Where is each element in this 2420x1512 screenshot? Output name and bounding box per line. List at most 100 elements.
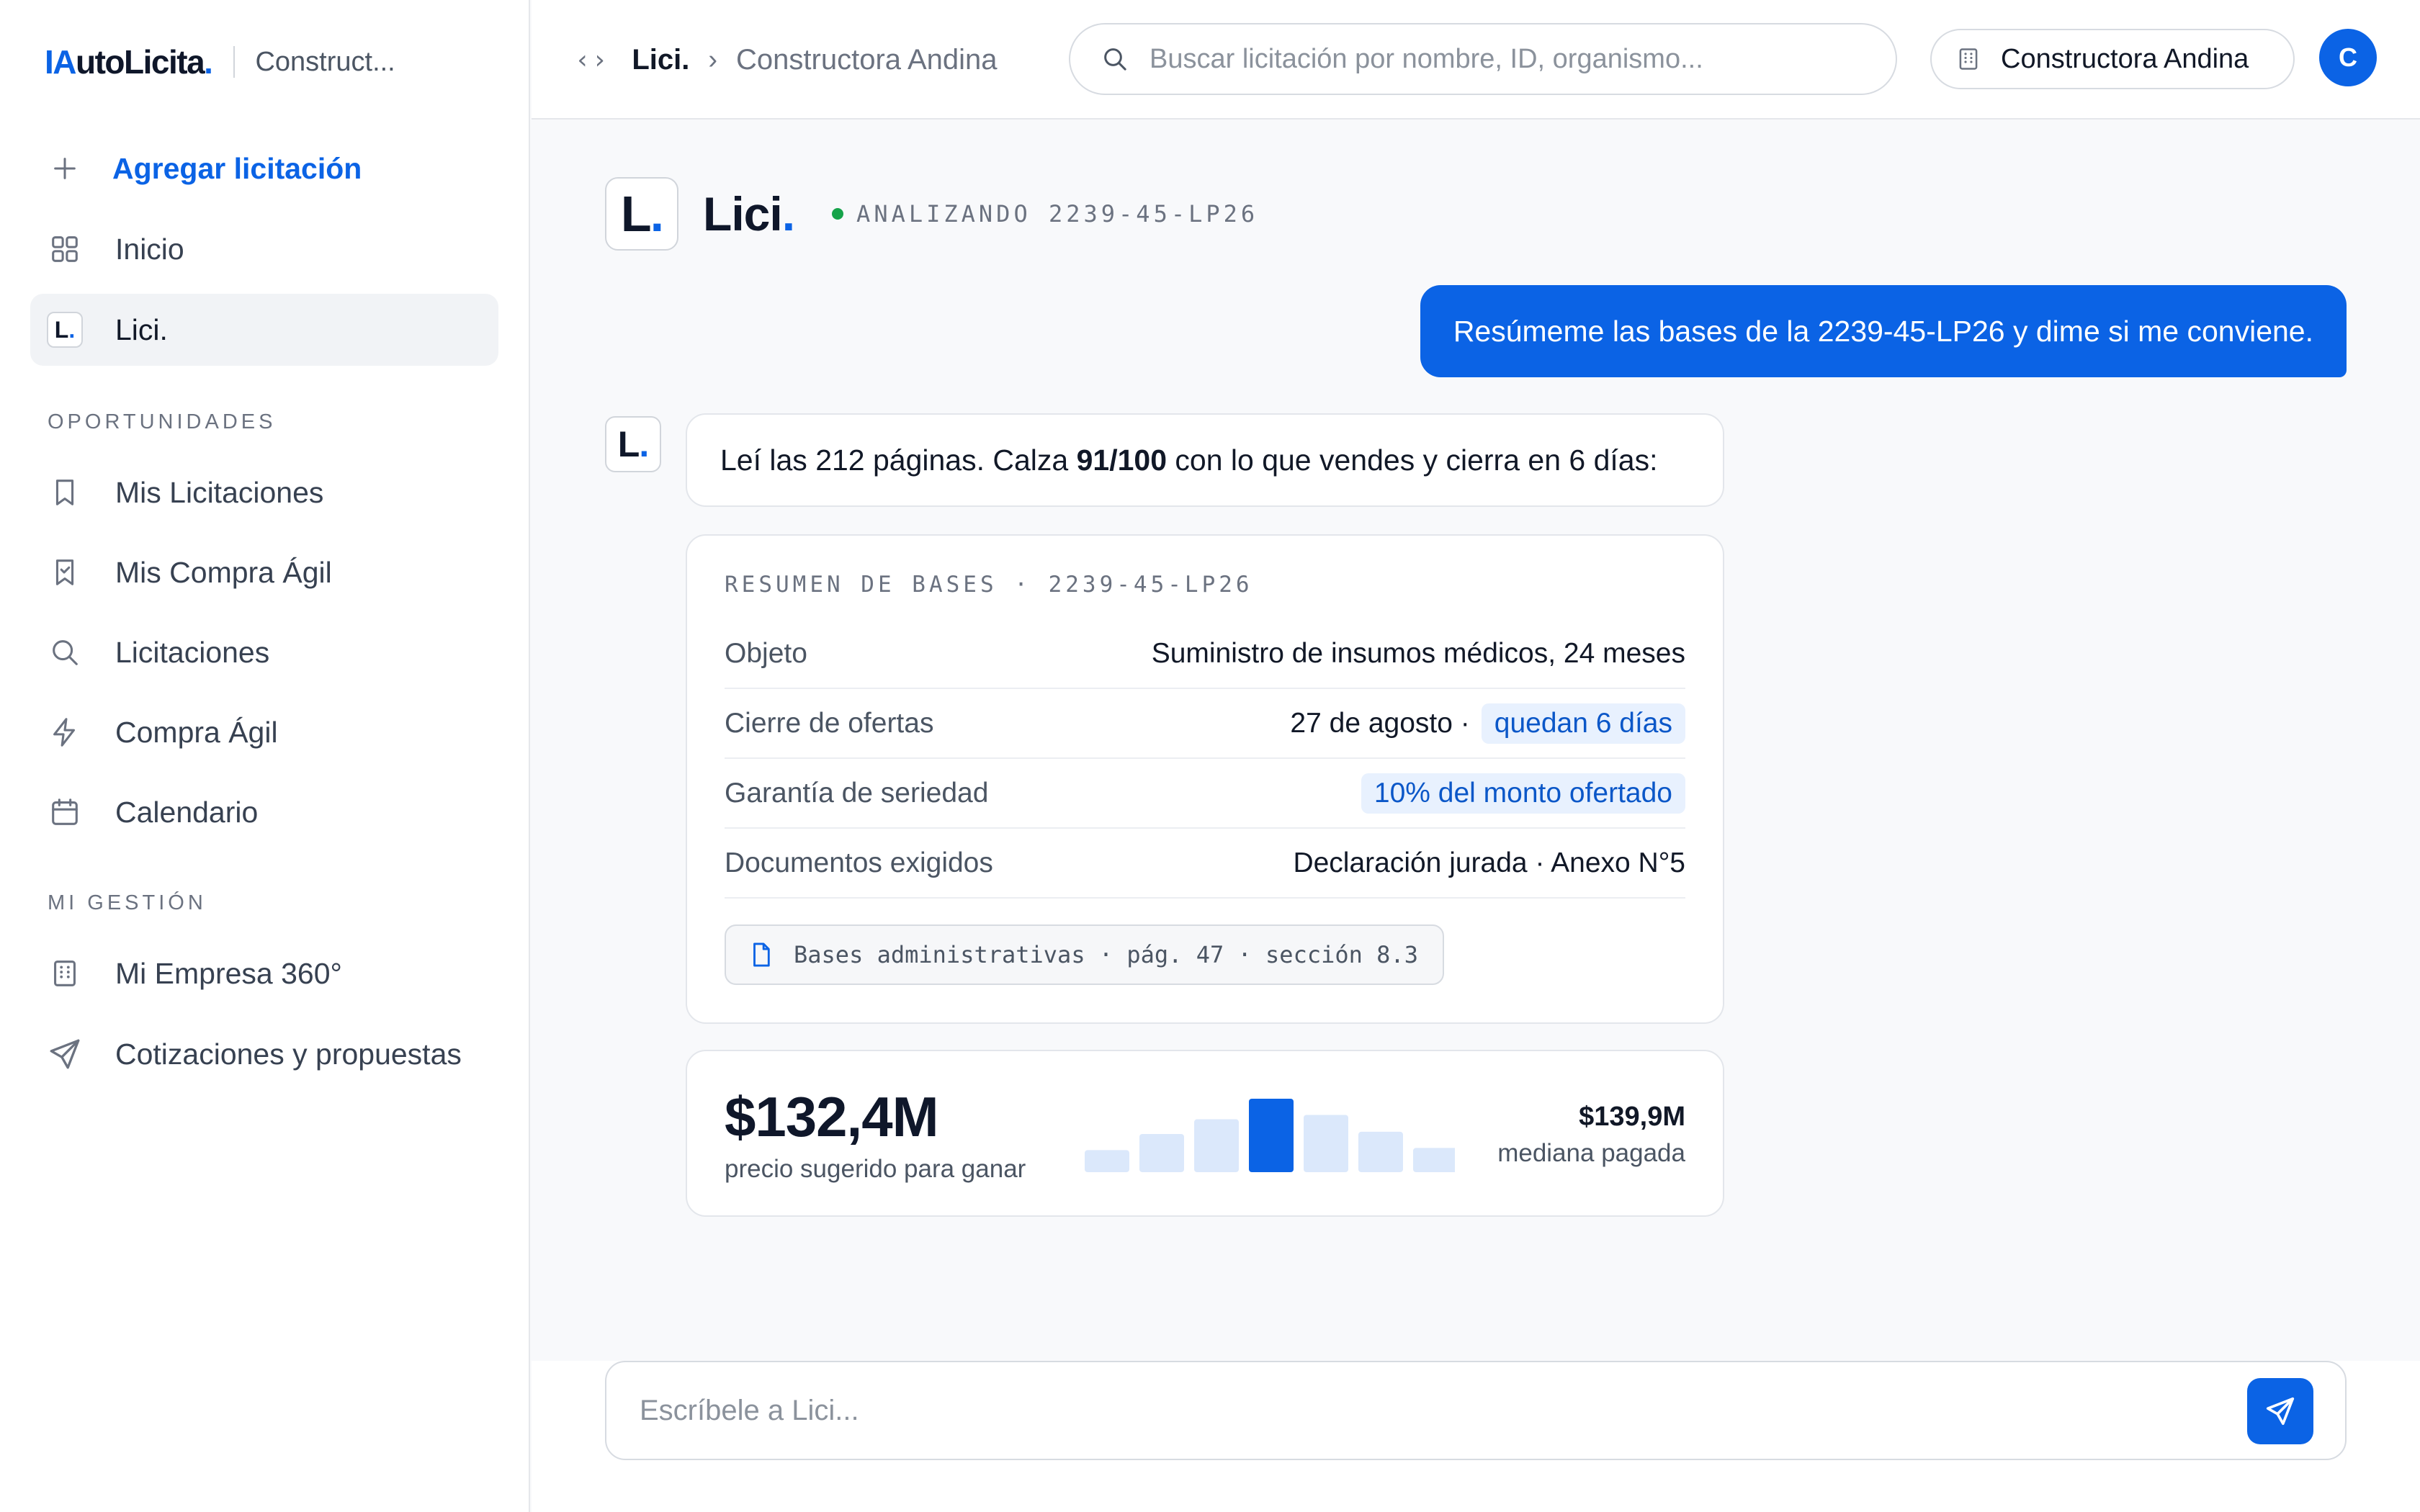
chevron-right-icon: › bbox=[708, 44, 718, 75]
calendar-icon bbox=[46, 793, 84, 831]
brand[interactable]: IAutoLicita. Construct... bbox=[45, 40, 395, 84]
price-card: $132,4M precio sugerido para ganar $139,… bbox=[686, 1050, 1724, 1217]
section-label-opportunities: OPORTUNIDADES bbox=[48, 410, 277, 433]
grid-icon bbox=[46, 230, 84, 268]
sidebar: IAutoLicita. Construct... Agregar licita… bbox=[0, 0, 530, 1512]
median-price-label: mediana pagada bbox=[1497, 1139, 1685, 1167]
search-icon bbox=[46, 634, 84, 671]
org-switcher[interactable]: Constructora Andina bbox=[1930, 29, 2295, 89]
summary-row-key: Garantía de seriedad bbox=[725, 777, 989, 809]
status-indicator: ANALIZANDO 2239-45-LP26 bbox=[832, 200, 1258, 228]
status-dot bbox=[832, 208, 844, 220]
price-bar bbox=[1413, 1148, 1455, 1172]
user-message: Resúmeme las bases de la 2239-45-LP26 y … bbox=[1420, 285, 2347, 377]
sidebar-item-label: Mis Licitaciones bbox=[115, 475, 324, 509]
status-text: ANALIZANDO 2239-45-LP26 bbox=[856, 200, 1259, 228]
median-price: $139,9M bbox=[1579, 1102, 1685, 1132]
bot-avatar-dot: . bbox=[639, 424, 649, 464]
bot-message: Leí las 212 páginas. Calza 91/100 con lo… bbox=[686, 413, 1724, 507]
brand-divider bbox=[233, 46, 236, 78]
summary-row-value: 27 de agosto · bbox=[1290, 707, 1470, 739]
composer[interactable] bbox=[605, 1361, 2347, 1460]
summary-rows: Objeto Suministro de insumos médicos, 24… bbox=[725, 619, 1685, 899]
assistant-name: Lici. bbox=[703, 186, 795, 241]
summary-row-cierre: Cierre de ofertas 27 de agosto · quedan … bbox=[725, 689, 1685, 759]
sidebar-item-inicio[interactable]: Inicio bbox=[30, 213, 498, 285]
add-tender-label: Agregar licitación bbox=[112, 151, 362, 185]
lici-badge-dot: . bbox=[68, 316, 76, 343]
send-icon bbox=[46, 1035, 84, 1073]
sidebar-item-cotizaciones[interactable]: Cotizaciones y propuestas bbox=[30, 1018, 498, 1090]
price-bar-highlight bbox=[1249, 1099, 1294, 1172]
price-bar bbox=[1139, 1133, 1184, 1172]
guarantee-badge: 10% del monto ofertado bbox=[1361, 773, 1685, 814]
org-switcher-label: Constructora Andina bbox=[2001, 43, 2249, 74]
price-bar bbox=[1304, 1115, 1348, 1172]
search-icon bbox=[1101, 45, 1129, 73]
bot-message-post: con lo que vendes y cierra en 6 días: bbox=[1167, 443, 1658, 477]
bookmark-icon bbox=[46, 474, 84, 511]
lici-badge-icon: L. bbox=[46, 311, 84, 348]
search-box[interactable] bbox=[1069, 23, 1897, 95]
topbar: ‹› Lici. › Constructora Andina Construct… bbox=[532, 0, 2420, 120]
sidebar-item-label: Compra Ágil bbox=[115, 715, 278, 749]
source-document-chip[interactable]: Bases administrativas · pág. 47 · secció… bbox=[725, 924, 1444, 985]
brand-logo-prefix: IA bbox=[45, 43, 77, 81]
breadcrumb-current: Constructora Andina bbox=[736, 43, 998, 76]
bot-message-score: 91/100 bbox=[1076, 443, 1168, 477]
send-icon bbox=[2266, 1397, 2295, 1426]
building-icon bbox=[46, 955, 84, 992]
sidebar-item-mis-compra-agil[interactable]: Mis Compra Ágil bbox=[30, 536, 498, 608]
price-bar bbox=[1194, 1119, 1239, 1172]
code-toggle-icon[interactable]: ‹› bbox=[575, 45, 609, 75]
message-input[interactable] bbox=[640, 1394, 2224, 1427]
bookmark-check-icon bbox=[46, 554, 84, 591]
plus-icon bbox=[46, 150, 84, 187]
avatar[interactable]: C bbox=[2319, 29, 2377, 86]
summary-row-key: Cierre de ofertas bbox=[725, 707, 934, 739]
summary-row-value-wrap: 10% del monto ofertado bbox=[1361, 773, 1685, 814]
summary-card: RESUMEN DE BASES · 2239-45-LP26 Objeto S… bbox=[686, 534, 1724, 1024]
sidebar-item-mis-licitaciones[interactable]: Mis Licitaciones bbox=[30, 456, 498, 528]
document-icon bbox=[748, 941, 775, 968]
sidebar-item-licitaciones[interactable]: Licitaciones bbox=[30, 616, 498, 688]
summary-row-value: Declaración jurada · Anexo N°5 bbox=[1293, 847, 1685, 878]
deadline-badge: quedan 6 días bbox=[1481, 703, 1685, 744]
summary-row-key: Documentos exigidos bbox=[725, 847, 993, 878]
sidebar-item-calendario[interactable]: Calendario bbox=[30, 776, 498, 848]
sidebar-item-label: Cotizaciones y propuestas bbox=[115, 1037, 462, 1071]
source-document-label: Bases administrativas · pág. 47 · secció… bbox=[794, 941, 1418, 968]
lici-logo: L. bbox=[605, 177, 678, 251]
add-tender-button[interactable]: Agregar licitación bbox=[30, 132, 498, 204]
sidebar-item-label: Mi Empresa 360° bbox=[115, 956, 342, 990]
sidebar-item-label: Lici. bbox=[115, 312, 168, 346]
summary-row-documentos: Documentos exigidos Declaración jurada ·… bbox=[725, 829, 1685, 899]
bot-avatar: L. bbox=[605, 416, 661, 472]
bot-avatar-letter: L bbox=[617, 424, 640, 464]
assistant-name-dot: . bbox=[781, 187, 795, 240]
sidebar-item-mi-empresa[interactable]: Mi Empresa 360° bbox=[30, 937, 498, 1009]
summary-card-title: RESUMEN DE BASES · 2239-45-LP26 bbox=[725, 572, 1253, 598]
summary-row-objeto: Objeto Suministro de insumos médicos, 24… bbox=[725, 619, 1685, 689]
sidebar-item-label: Mis Compra Ágil bbox=[115, 555, 332, 589]
brand-logo-main: utoLicita bbox=[76, 43, 205, 81]
brand-org-name[interactable]: Construct... bbox=[255, 47, 395, 78]
send-button[interactable] bbox=[2247, 1378, 2313, 1444]
summary-row-value: Suministro de insumos médicos, 24 meses bbox=[1151, 637, 1685, 669]
sidebar-item-label: Inicio bbox=[115, 232, 184, 266]
search-input[interactable] bbox=[1150, 43, 1841, 75]
assistant-name-text: Lici bbox=[703, 187, 783, 240]
breadcrumb: ‹› Lici. › Constructora Andina bbox=[575, 36, 998, 84]
breadcrumb-root[interactable]: Lici. bbox=[632, 44, 689, 76]
suggested-price-label: precio sugerido para ganar bbox=[725, 1155, 1026, 1183]
lici-logo-dot: . bbox=[650, 186, 665, 242]
brand-logo-dot: . bbox=[204, 43, 213, 81]
section-label-management: MI GESTIÓN bbox=[48, 891, 207, 914]
price-distribution-chart bbox=[1085, 1099, 1455, 1172]
sidebar-item-label: Licitaciones bbox=[115, 635, 270, 669]
sidebar-item-compra-agil[interactable]: Compra Ágil bbox=[30, 696, 498, 768]
summary-row-garantia: Garantía de seriedad 10% del monto ofert… bbox=[725, 759, 1685, 829]
price-bar bbox=[1085, 1150, 1129, 1172]
sidebar-item-lici[interactable]: L. Lici. bbox=[30, 294, 498, 366]
brand-logo[interactable]: IAutoLicita. bbox=[45, 42, 213, 81]
